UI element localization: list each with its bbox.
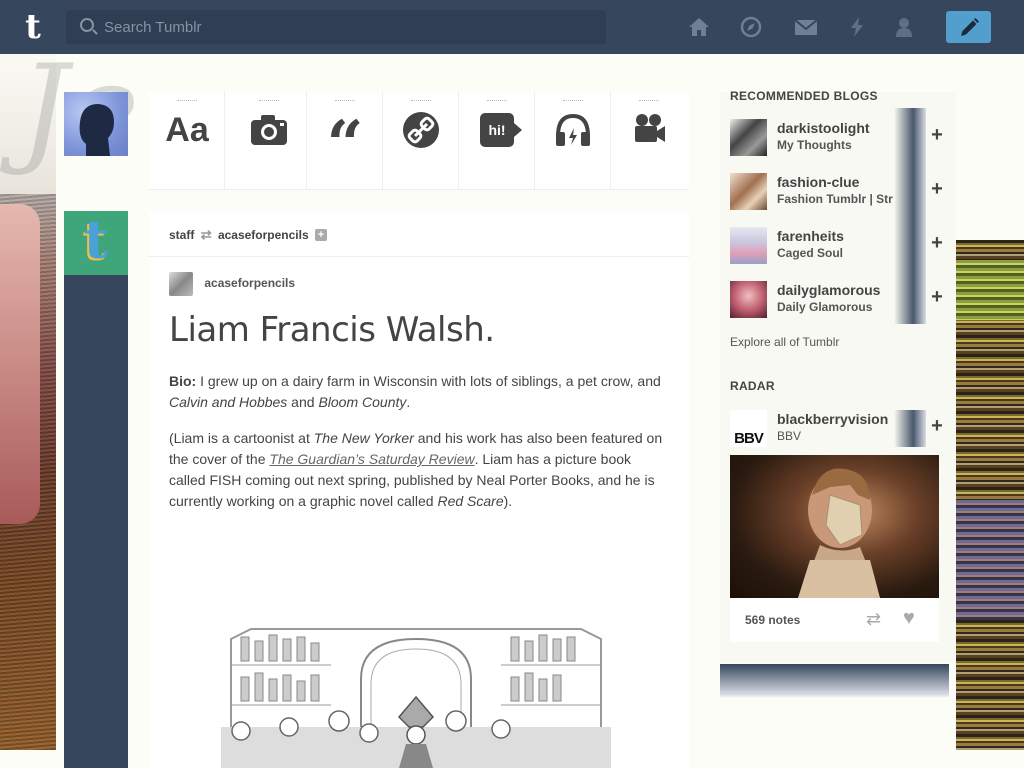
- source-blog-avatar[interactable]: [169, 272, 193, 296]
- post-source: acaseforpencils: [169, 272, 295, 296]
- cartoon-illustration[interactable]: [211, 609, 621, 768]
- blog-title: My Thoughts: [777, 138, 852, 152]
- search-input[interactable]: [104, 12, 584, 42]
- dashboard-left-rail: [64, 211, 128, 768]
- post-header: staff ⇄ acaseforpencils +: [149, 211, 689, 257]
- blog-name[interactable]: fashion-clue: [777, 174, 859, 190]
- post-type-video[interactable]: [611, 92, 687, 190]
- blog-title: Fashion Tumblr | Str: [777, 192, 893, 206]
- recommended-blogs-title: RECOMMENDED BLOGS: [730, 89, 878, 103]
- compose-post-button[interactable]: [946, 11, 991, 43]
- post-title: Liam Francis Walsh.: [169, 310, 495, 350]
- guardian-review-link[interactable]: The Guardian’s Saturday Review: [269, 451, 474, 467]
- recommended-blog-item[interactable]: fashion-clue Fashion Tumblr | Str +: [730, 162, 943, 216]
- blog-avatar[interactable]: [730, 119, 767, 156]
- post-type-chat[interactable]: hi!: [459, 92, 535, 190]
- radar-blog-name[interactable]: blackberryvision: [777, 411, 888, 427]
- reblogger-link[interactable]: staff: [169, 228, 194, 242]
- radar-blog-item[interactable]: BBV blackberryvision BBV +: [730, 410, 943, 448]
- search-icon: [80, 18, 94, 32]
- reblogged-from-link[interactable]: acaseforpencils: [218, 228, 309, 242]
- radar-blog-title: BBV: [777, 429, 802, 443]
- reblog-trail: staff ⇄ acaseforpencils +: [169, 227, 327, 243]
- reblog-arrow-icon: ⇄: [200, 227, 212, 242]
- heart-like-icon[interactable]: ♥: [903, 607, 915, 630]
- blog-name[interactable]: dailyglamorous: [777, 282, 880, 298]
- post-type-link[interactable]: [383, 92, 459, 190]
- blog-name[interactable]: darkistoolight: [777, 120, 870, 136]
- explore-compass-icon[interactable]: [739, 16, 763, 40]
- explore-all-link[interactable]: Explore all of Tumblr: [730, 335, 839, 349]
- account-person-icon[interactable]: [892, 16, 916, 40]
- source-blog-link[interactable]: acaseforpencils: [204, 276, 295, 290]
- activity-lightning-icon[interactable]: [845, 16, 869, 40]
- post-body: Bio: I grew up on a dairy farm in Wiscon…: [169, 371, 669, 527]
- camera-icon: [231, 108, 307, 152]
- recommended-blog-item[interactable]: dailyglamorous Daily Glamorous +: [730, 270, 943, 324]
- follow-plus-icon[interactable]: +: [928, 123, 946, 147]
- home-icon[interactable]: [687, 16, 711, 40]
- inbox-mail-icon[interactable]: [794, 16, 818, 40]
- blog-avatar[interactable]: [730, 281, 767, 318]
- radar-post-photo[interactable]: [730, 455, 939, 598]
- top-header: t: [0, 0, 1024, 54]
- quote-icon: “: [326, 107, 364, 182]
- blog-avatar[interactable]: [730, 227, 767, 264]
- blog-name[interactable]: farenheits: [777, 228, 844, 244]
- post-type-photo[interactable]: [231, 92, 307, 190]
- radar-blog-avatar[interactable]: BBV: [730, 410, 767, 447]
- sidebar-scroll-fade: [720, 664, 949, 698]
- recommended-blog-item[interactable]: farenheits Caged Soul +: [730, 216, 943, 270]
- background-photo-right: [956, 240, 1024, 750]
- blog-avatar[interactable]: [730, 173, 767, 210]
- headphones-icon: [535, 108, 611, 152]
- follow-plus-icon[interactable]: +: [928, 285, 946, 309]
- follow-plus-icon[interactable]: +: [928, 177, 946, 201]
- text-aa-icon: Aa: [165, 111, 209, 149]
- blog-title: Daily Glamorous: [777, 300, 873, 314]
- staff-avatar[interactable]: t: [64, 211, 128, 275]
- recommended-blog-item[interactable]: darkistoolight My Thoughts +: [730, 108, 943, 162]
- post-type-menu: Aa “ hi!: [149, 92, 689, 190]
- follow-plus-icon[interactable]: +: [928, 414, 946, 438]
- follow-plus-icon[interactable]: +: [315, 229, 327, 241]
- post-type-audio[interactable]: [535, 92, 611, 190]
- radar-notes-count[interactable]: 569 notes: [745, 613, 800, 627]
- video-camera-icon: [611, 108, 687, 152]
- tumblr-logo[interactable]: t: [16, 10, 50, 46]
- radar-title: RADAR: [730, 379, 775, 393]
- link-icon: [383, 108, 459, 152]
- about-paragraph: (Liam is a cartoonist at The New Yorker …: [169, 430, 663, 509]
- post-type-text[interactable]: Aa: [149, 92, 225, 190]
- pencil-icon: [961, 18, 979, 36]
- dashboard-post: staff ⇄ acaseforpencils + acaseforpencil…: [149, 211, 689, 768]
- right-sidebar: RECOMMENDED BLOGS darkistoolight My Thou…: [720, 89, 956, 750]
- bio-paragraph: Bio: I grew up on a dairy farm in Wiscon…: [169, 373, 661, 410]
- radar-post-card: 569 notes ⇄ ♥: [730, 455, 939, 642]
- reblog-icon[interactable]: ⇄: [866, 609, 881, 630]
- chat-bubble-icon: hi!: [459, 108, 535, 152]
- post-type-quote[interactable]: “: [307, 92, 383, 190]
- user-avatar[interactable]: [64, 92, 128, 156]
- blog-title: Caged Soul: [777, 246, 844, 260]
- follow-plus-icon[interactable]: +: [928, 231, 946, 255]
